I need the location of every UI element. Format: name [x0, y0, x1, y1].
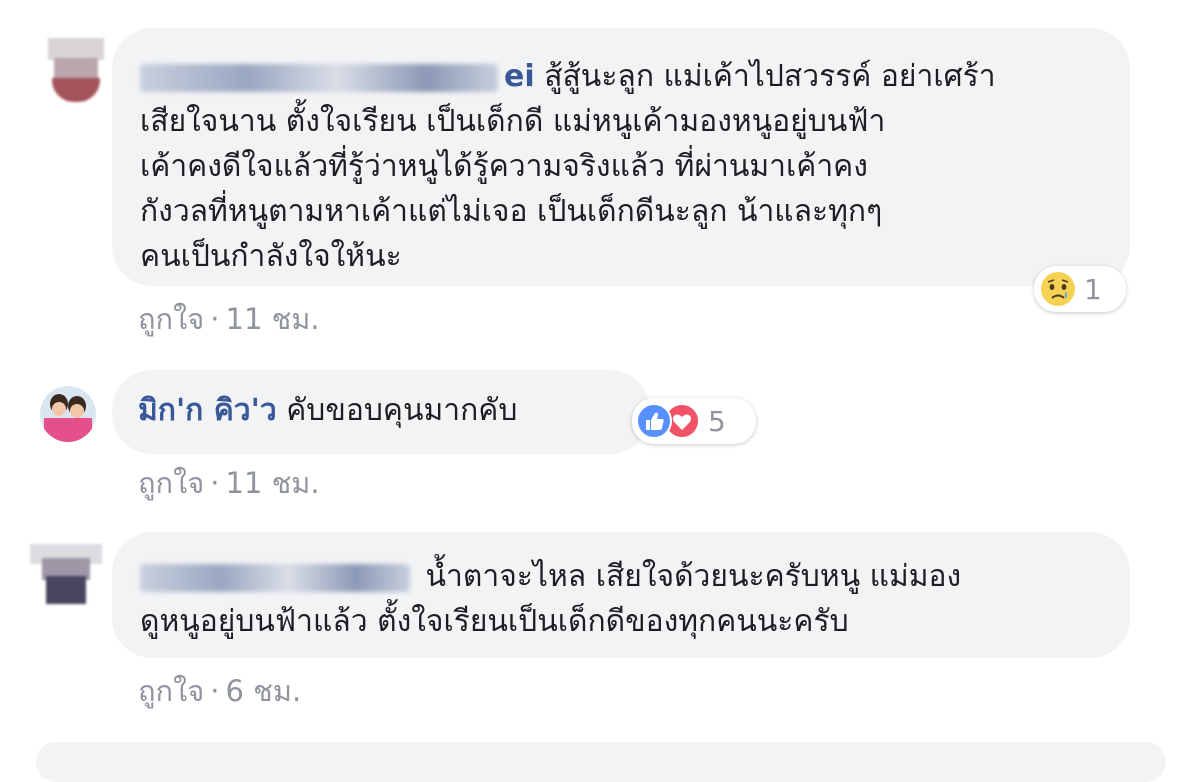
like-link[interactable]: ถูกใจ: [138, 674, 204, 708]
comment-author-tail[interactable]: ei: [504, 59, 535, 94]
comment-meta: ถูกใจ · 11 ชม.: [138, 460, 320, 506]
separator-dot: ·: [210, 674, 220, 708]
timestamp[interactable]: 11 ชม.: [226, 302, 320, 336]
reaction-summary[interactable]: 5: [632, 398, 756, 444]
comment-bubble: มิก'ก คิว'ว คับขอบคุนมากคับ: [112, 370, 650, 454]
reaction-count: 1: [1084, 272, 1102, 306]
comment-text-line: เค้าคงดีใจแล้วที่รู้ว่าหนูได้รู้ความจริง…: [140, 149, 868, 184]
comment-text: คับขอบคุนมากคับ: [286, 393, 518, 428]
comment-text-line: คนเป็นกำลังใจให้นะ: [140, 239, 402, 274]
comment-author[interactable]: มิก'ก คิว'ว: [138, 393, 277, 428]
comment-meta: ถูกใจ · 11 ชม.: [138, 296, 320, 342]
timestamp[interactable]: 6 ชม.: [226, 674, 302, 708]
like-link[interactable]: ถูกใจ: [138, 302, 204, 336]
blurred-author-name[interactable]: [140, 63, 498, 92]
timestamp[interactable]: 11 ชม.: [226, 466, 320, 500]
comment-bubble: น้ำตาจะไหล เสียใจด้วยนะครับหนู แม่มอง ดู…: [112, 532, 1130, 658]
avatar[interactable]: [48, 38, 104, 102]
avatar[interactable]: [40, 386, 96, 442]
comment-text-line: กังวลที่หนูตามหาเค้าแต่ไม่เจอ เป็นเด็กดี…: [140, 194, 883, 229]
comment-text-line: เสียใจนาน ตั้งใจเรียน เป็นเด็กดี แม่หนูเ…: [140, 104, 886, 139]
like-link[interactable]: ถูกใจ: [138, 466, 204, 500]
reaction-summary[interactable]: 1: [1034, 266, 1126, 312]
comment-meta: ถูกใจ · 6 ชม.: [138, 668, 301, 714]
comment-bubble: ei สู้สู้นะลูก แม่เค้าไปสวรรค์ อย่าเศร้า…: [112, 28, 1130, 286]
separator-dot: ·: [210, 466, 220, 500]
comment-text-line: น้ำตาจะไหล เสียใจด้วยนะครับหนู แม่มอง: [425, 559, 962, 594]
next-comment-bubble: [36, 742, 1166, 782]
like-icon: [636, 403, 672, 439]
comment-text-line: สู้สู้นะลูก แม่เค้าไปสวรรค์ อย่าเศร้า: [544, 59, 996, 94]
reaction-count: 5: [708, 404, 726, 438]
sad-face-icon: [1040, 271, 1076, 307]
blurred-author-name[interactable]: [140, 563, 410, 592]
avatar[interactable]: [30, 544, 102, 604]
separator-dot: ·: [210, 302, 220, 336]
comment-text-line: ดูหนูอยู่บนฟ้าแล้ว ตั้งใจเรียนเป็นเด็กดี…: [140, 604, 849, 639]
